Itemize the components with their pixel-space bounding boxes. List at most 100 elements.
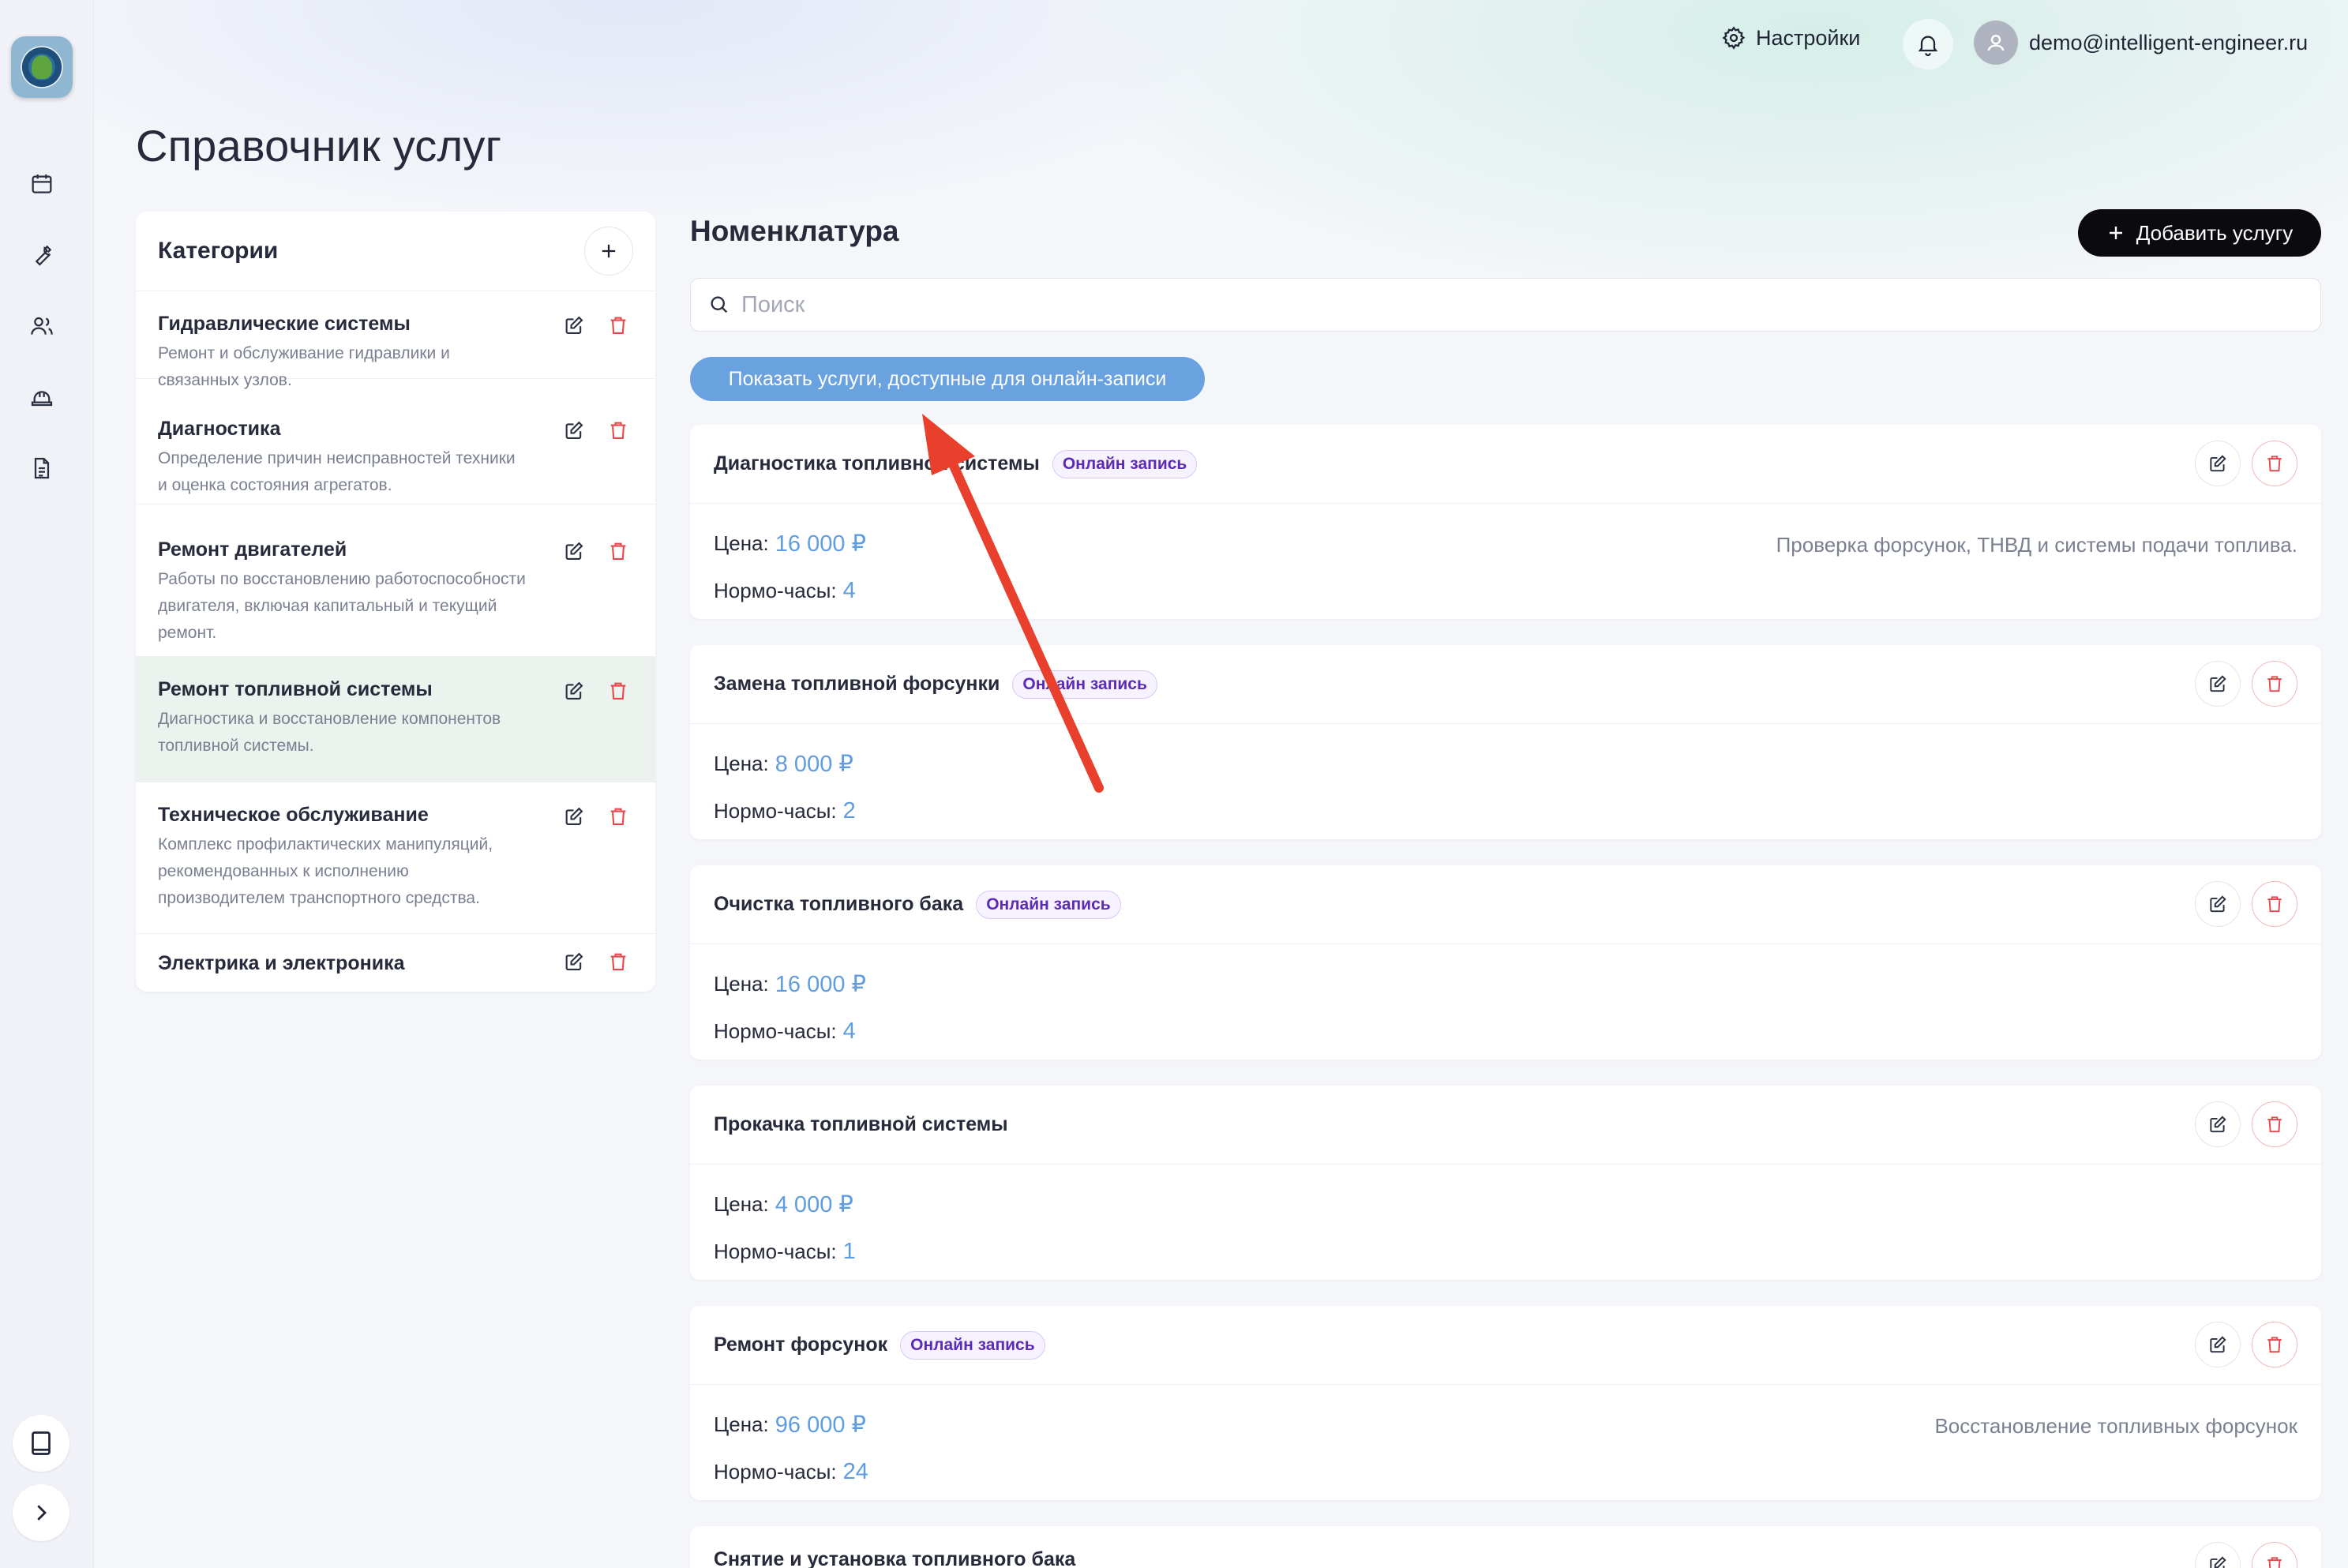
edit-icon[interactable]	[562, 313, 586, 337]
online-badge: Онлайн запись	[900, 1330, 1045, 1360]
trash-icon	[2267, 456, 2282, 472]
hours-label: Нормо-часы:	[714, 1239, 837, 1263]
edit-icon[interactable]	[562, 950, 586, 973]
trash-icon[interactable]	[606, 950, 630, 973]
category-item[interactable]: Электрика и электроника	[136, 934, 655, 992]
trash-icon	[2267, 1337, 2282, 1353]
trash-icon[interactable]	[606, 313, 630, 337]
edit-button[interactable]	[2195, 441, 2241, 486]
wrench-icon[interactable]	[27, 240, 57, 270]
price-row: Цена: 8 000 ₽	[714, 740, 2297, 787]
price-value: 96 000 ₽	[775, 1412, 866, 1438]
online-badge: Онлайн запись	[976, 890, 1121, 919]
document-icon[interactable]	[27, 453, 57, 483]
search-field[interactable]	[690, 278, 2321, 332]
edit-icon[interactable]	[562, 679, 586, 703]
hours-row: Нормо-часы: 4	[714, 567, 2297, 614]
edit-icon	[2210, 1556, 2226, 1568]
users-icon[interactable]	[27, 311, 57, 341]
hours-label: Нормо-часы:	[714, 578, 837, 602]
page-title: Справочник услуг	[136, 121, 502, 171]
service-card: Ремонт форсунок Онлайн запись Цена: 96 00…	[690, 1306, 2321, 1500]
edit-icon	[2210, 1116, 2226, 1133]
online-filter-button[interactable]: Показать услуги, доступные для онлайн-за…	[690, 357, 1205, 401]
hours-label: Нормо-часы:	[714, 798, 837, 823]
category-item[interactable]: Диагностика Определение причин неисправн…	[136, 379, 655, 505]
search-input[interactable]	[740, 291, 2243, 319]
plus-icon	[602, 244, 616, 258]
chevron-right-icon[interactable]	[13, 1484, 69, 1541]
edit-button[interactable]	[2195, 1542, 2241, 1568]
delete-button[interactable]	[2252, 661, 2297, 707]
category-item[interactable]: Гидравлические системы Ремонт и обслужив…	[136, 291, 655, 389]
trash-icon[interactable]	[606, 539, 630, 563]
price-label: Цена:	[714, 531, 769, 555]
category-name: Гидравлические системы	[158, 313, 411, 335]
notifications-button[interactable]	[1903, 19, 1953, 69]
calendar-icon[interactable]	[27, 169, 57, 199]
book-icon[interactable]	[13, 1415, 69, 1472]
service-name: Очистка топливного бака	[714, 893, 964, 915]
add-service-button[interactable]: Добавить услугу	[2078, 209, 2321, 257]
plus-icon	[2109, 227, 2122, 239]
price-label: Цена:	[714, 1412, 769, 1436]
user-menu[interactable]: demo@intelligent-engineer.ru	[1974, 21, 2308, 65]
delete-button[interactable]	[2252, 1322, 2297, 1367]
price-row: Цена: 16 000 ₽	[714, 960, 2297, 1007]
edit-icon	[2210, 455, 2226, 472]
category-name: Техническое обслуживание	[158, 804, 429, 826]
service-card: Прокачка топливной системы Цена: 4 000 ₽ …	[690, 1086, 2321, 1280]
price-label: Цена:	[714, 971, 769, 996]
category-name: Ремонт двигателей	[158, 538, 347, 561]
delete-button[interactable]	[2252, 881, 2297, 927]
delete-button[interactable]	[2252, 441, 2297, 486]
hours-value: 1	[842, 1238, 856, 1264]
settings-button[interactable]: Настройки	[1721, 25, 1860, 51]
left-rail	[0, 0, 94, 1568]
category-item[interactable]: Техническое обслуживание Комплекс профил…	[136, 782, 655, 934]
trash-icon[interactable]	[606, 418, 630, 442]
price-value: 4 000 ₽	[775, 1191, 853, 1217]
service-name: Диагностика топливной системы	[714, 452, 1040, 475]
category-name: Электрика и электроника	[158, 952, 405, 974]
edit-icon	[2210, 895, 2226, 913]
price-value: 16 000 ₽	[775, 971, 866, 997]
edit-icon[interactable]	[562, 539, 586, 563]
bell-icon	[1918, 36, 1938, 57]
trash-icon	[2267, 896, 2282, 913]
category-item-selected[interactable]: Ремонт топливной системы Диагностика и в…	[136, 657, 655, 782]
service-card: Диагностика топливной системы Онлайн зап…	[690, 425, 2321, 619]
service-description: Восстановление топливных форсунок	[1934, 1413, 2297, 1438]
price-value: 16 000 ₽	[775, 531, 866, 557]
price-label: Цена:	[714, 751, 769, 775]
service-name: Ремонт форсунок	[714, 1334, 888, 1356]
service-card: Очистка топливного бака Онлайн запись Це…	[690, 865, 2321, 1060]
avatar	[1974, 21, 2018, 65]
category-description: Работы по восстановлению работоспособнос…	[158, 570, 526, 642]
delete-button[interactable]	[2252, 1101, 2297, 1147]
edit-icon[interactable]	[562, 418, 586, 442]
categories-header: Категории	[136, 212, 655, 291]
edit-button[interactable]	[2195, 1101, 2241, 1147]
hard-hat-icon[interactable]	[27, 382, 57, 412]
hours-row: Нормо-часы: 4	[714, 1007, 2297, 1055]
trash-icon[interactable]	[606, 679, 630, 703]
hours-label: Нормо-часы:	[714, 1459, 837, 1484]
add-category-button[interactable]	[584, 227, 633, 276]
edit-icon[interactable]	[562, 805, 586, 828]
category-description: Определение причин неисправностей техник…	[158, 449, 516, 494]
delete-button[interactable]	[2252, 1542, 2297, 1568]
user-icon	[1987, 35, 2005, 51]
hours-label: Нормо-часы:	[714, 1018, 837, 1043]
hours-row: Нормо-часы: 2	[714, 787, 2297, 835]
app-logo[interactable]	[11, 36, 73, 98]
categories-title: Категории	[158, 238, 279, 264]
price-value: 8 000 ₽	[775, 751, 853, 777]
edit-button[interactable]	[2195, 1322, 2241, 1367]
category-description: Диагностика и восстановление компонентов…	[158, 710, 501, 755]
trash-icon[interactable]	[606, 805, 630, 828]
online-badge: Онлайн запись	[1052, 449, 1198, 478]
edit-button[interactable]	[2195, 661, 2241, 707]
category-item[interactable]: Ремонт двигателей Работы по восстановлен…	[136, 505, 655, 657]
edit-button[interactable]	[2195, 881, 2241, 927]
